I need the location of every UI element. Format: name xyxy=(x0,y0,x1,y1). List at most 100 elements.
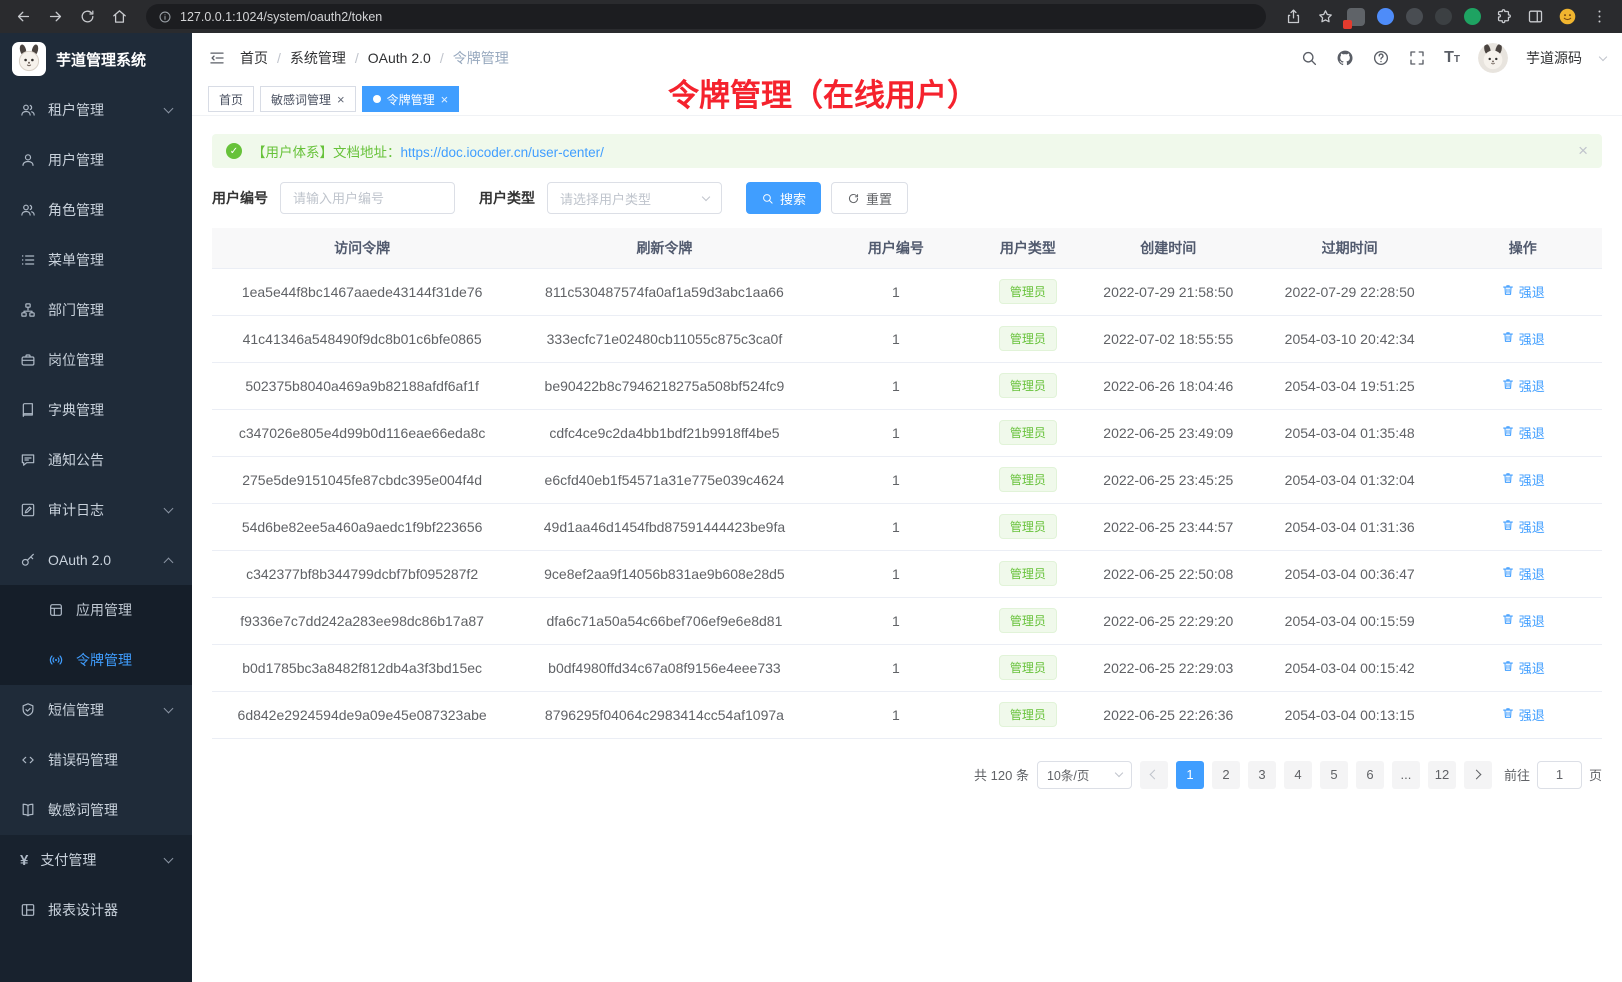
force-logout-button[interactable]: 强退 xyxy=(1501,376,1545,395)
extension-icon[interactable] xyxy=(1464,8,1481,25)
refresh-token-cell: 333ecfc71e02480cb11055c875c3ca0f xyxy=(512,315,816,362)
force-logout-button[interactable]: 强退 xyxy=(1501,470,1545,489)
breadcrumb: 首页/系统管理/OAuth 2.0/令牌管理 xyxy=(240,48,509,68)
github-icon[interactable] xyxy=(1336,49,1354,67)
sidebar-item-menu[interactable]: 菜单管理 xyxy=(0,235,192,285)
search-button-label: 搜索 xyxy=(780,189,806,208)
side-panel-icon[interactable] xyxy=(1520,2,1550,32)
tab-sensitive-word[interactable]: 敏感词管理× xyxy=(260,86,356,112)
force-logout-button[interactable]: 强退 xyxy=(1501,564,1545,583)
list-icon xyxy=(20,252,36,268)
page-button-4[interactable]: 4 xyxy=(1284,761,1312,789)
collapse-sidebar-icon[interactable] xyxy=(208,49,226,67)
tab-home[interactable]: 首页 xyxy=(208,86,254,112)
search-button[interactable]: 搜索 xyxy=(746,182,821,214)
force-logout-button[interactable]: 强退 xyxy=(1501,517,1545,536)
tab-close-icon[interactable]: × xyxy=(441,93,449,106)
extension-icon[interactable] xyxy=(1347,8,1365,26)
sidebar-item-sensitive-word[interactable]: 敏感词管理 xyxy=(0,785,192,835)
sidebar-item-sms[interactable]: 短信管理 xyxy=(0,685,192,735)
browser-reload-icon[interactable] xyxy=(72,2,102,32)
force-logout-button[interactable]: 强退 xyxy=(1501,423,1545,442)
reset-button[interactable]: 重置 xyxy=(831,182,908,214)
sidebar-item-dept[interactable]: 部门管理 xyxy=(0,285,192,335)
sidebar-item-oauth2[interactable]: OAuth 2.0 xyxy=(0,535,192,585)
breadcrumb-item[interactable]: 系统管理 xyxy=(290,48,346,68)
user-type-badge: 管理员 xyxy=(999,561,1057,586)
breadcrumb-item[interactable]: 首页 xyxy=(240,48,268,68)
user-id-cell: 1 xyxy=(817,503,975,550)
tab-token[interactable]: 令牌管理× xyxy=(362,86,460,112)
app-logo[interactable]: 芋道管理系统 xyxy=(0,33,192,85)
doc-link[interactable]: https://doc.iocoder.cn/user-center/ xyxy=(401,145,604,160)
page-size-select[interactable]: 10条/页 xyxy=(1037,761,1132,789)
browser-forward-icon[interactable] xyxy=(40,2,70,32)
page-button-2[interactable]: 2 xyxy=(1212,761,1240,789)
page-button-12[interactable]: 12 xyxy=(1428,761,1456,789)
page-button-3[interactable]: 3 xyxy=(1248,761,1276,789)
browser-back-icon[interactable] xyxy=(8,2,38,32)
column-header: 用户类型 xyxy=(975,228,1081,268)
goto-page-input[interactable] xyxy=(1537,761,1582,789)
breadcrumb-separator: / xyxy=(440,50,444,66)
sidebar-item-report-designer[interactable]: 报表设计器 xyxy=(0,885,192,935)
page-button-1[interactable]: 1 xyxy=(1176,761,1204,789)
force-logout-button[interactable]: 强退 xyxy=(1501,658,1545,677)
sidebar-item-tenant[interactable]: 租户管理 xyxy=(0,85,192,135)
force-logout-label: 强退 xyxy=(1519,470,1545,489)
force-logout-button[interactable]: 强退 xyxy=(1501,611,1545,630)
trash-icon xyxy=(1501,377,1515,394)
extension-icon[interactable] xyxy=(1435,8,1452,25)
user-name[interactable]: 芋道源码 xyxy=(1526,48,1582,68)
sidebar-item-oauth2-application[interactable]: 应用管理 xyxy=(0,585,192,635)
access-token-cell: b0d1785bc3a8482f812db4a3f3bd15ec xyxy=(212,644,512,691)
site-info-icon[interactable] xyxy=(158,10,172,24)
fullscreen-icon[interactable] xyxy=(1408,49,1426,67)
sidebar-item-pay[interactable]: ¥支付管理 xyxy=(0,835,192,885)
browser-home-icon[interactable] xyxy=(104,2,134,32)
user-avatar[interactable] xyxy=(1478,43,1508,73)
user-type-badge: 管理员 xyxy=(999,702,1057,727)
force-logout-button[interactable]: 强退 xyxy=(1501,329,1545,348)
sidebar-item-post[interactable]: 岗位管理 xyxy=(0,335,192,385)
font-size-icon[interactable]: TT xyxy=(1444,49,1460,67)
user-id-input[interactable] xyxy=(280,182,455,214)
next-page-button[interactable] xyxy=(1464,761,1492,789)
tab-close-icon[interactable]: × xyxy=(337,93,345,106)
sidebar-item-error-code[interactable]: 错误码管理 xyxy=(0,735,192,785)
browser-profile-avatar[interactable] xyxy=(1552,2,1582,32)
force-logout-button[interactable]: 强退 xyxy=(1501,705,1545,724)
sidebar-item-user[interactable]: 用户管理 xyxy=(0,135,192,185)
sidebar-item-notice[interactable]: 通知公告 xyxy=(0,435,192,485)
bookmark-star-icon[interactable] xyxy=(1310,2,1340,32)
extension-icon[interactable] xyxy=(1406,8,1423,25)
page-button-6[interactable]: 6 xyxy=(1356,761,1384,789)
book-icon xyxy=(20,402,36,418)
user-type-badge: 管理员 xyxy=(999,279,1057,304)
share-icon[interactable] xyxy=(1278,2,1308,32)
page-button-5[interactable]: 5 xyxy=(1320,761,1348,789)
user-type-select[interactable]: 请选择用户类型 xyxy=(547,182,722,214)
breadcrumb-item[interactable]: OAuth 2.0 xyxy=(368,50,431,66)
chevron-down-icon xyxy=(164,704,174,714)
sidebar-item-oauth2-token[interactable]: 令牌管理 xyxy=(0,635,192,685)
sidebar-item-audit-log[interactable]: 审计日志 xyxy=(0,485,192,535)
action-cell: 强退 xyxy=(1443,456,1602,503)
extension-icon[interactable] xyxy=(1377,8,1394,25)
user-type-badge: 管理员 xyxy=(999,326,1057,351)
extensions-puzzle-icon[interactable] xyxy=(1488,2,1518,32)
header-search-icon[interactable] xyxy=(1300,49,1318,67)
alert-close-icon[interactable]: × xyxy=(1578,141,1588,161)
help-icon[interactable] xyxy=(1372,49,1390,67)
browser-menu-icon[interactable] xyxy=(1584,2,1614,32)
sidebar-item-role[interactable]: 角色管理 xyxy=(0,185,192,235)
column-header: 访问令牌 xyxy=(212,228,512,268)
more-pages-button[interactable]: ... xyxy=(1392,761,1420,789)
force-logout-button[interactable]: 强退 xyxy=(1501,282,1545,301)
sidebar-item-dict[interactable]: 字典管理 xyxy=(0,385,192,435)
prev-page-button[interactable] xyxy=(1140,761,1168,789)
address-bar[interactable]: 127.0.0.1:1024/system/oauth2/token xyxy=(146,4,1266,29)
access-token-cell: f9336e7c7dd242a283ee98dc86b17a87 xyxy=(212,597,512,644)
sidebar-item-label: 报表设计器 xyxy=(48,900,172,920)
force-logout-label: 强退 xyxy=(1519,705,1545,724)
